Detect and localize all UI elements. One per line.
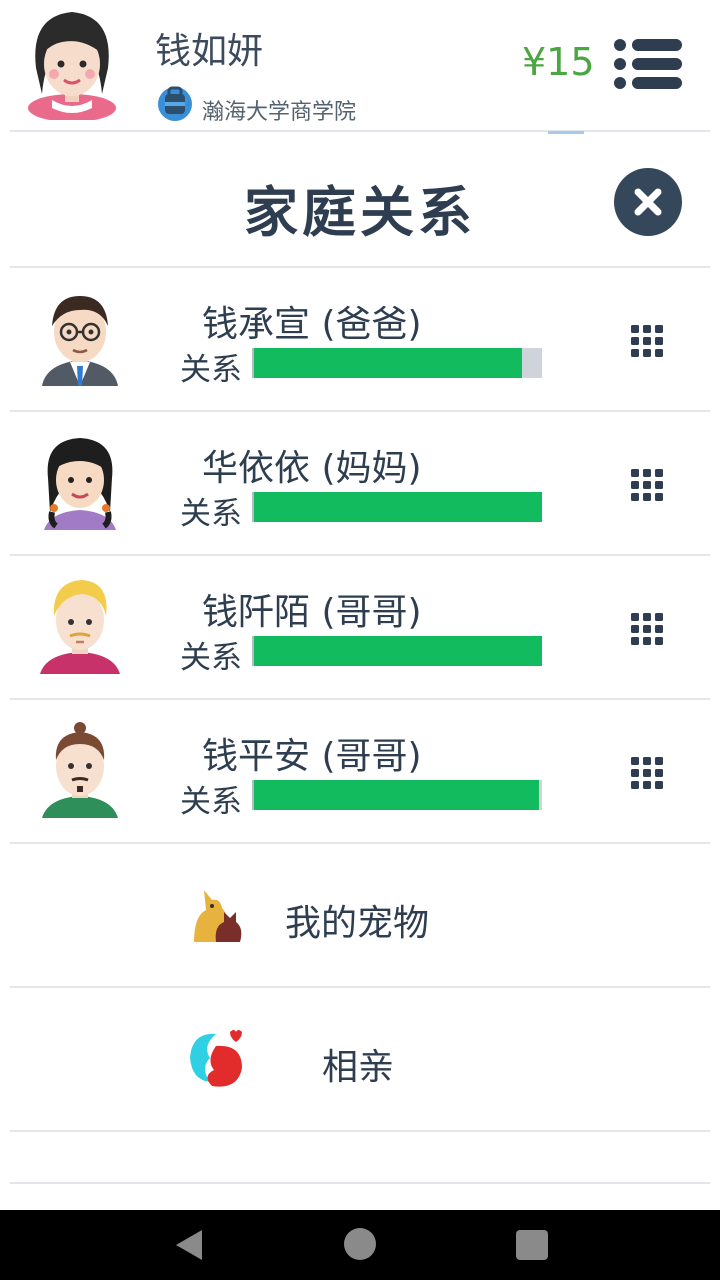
grid-menu-icon[interactable] xyxy=(630,612,664,646)
pet-icon xyxy=(190,886,246,946)
grid-menu-icon[interactable] xyxy=(630,324,664,358)
relation-label: 关系 xyxy=(180,784,242,820)
school-bag-icon xyxy=(157,82,193,122)
row-divider xyxy=(10,1182,710,1184)
user-avatar[interactable] xyxy=(22,8,122,122)
member-name: 钱平安 (哥哥) xyxy=(202,736,422,777)
relation-bar-fill xyxy=(254,780,540,810)
relation-bar xyxy=(252,348,542,378)
relation-bar xyxy=(252,780,542,810)
profile-header: 钱如妍 瀚海大学商学院 ¥15 xyxy=(0,0,720,132)
relation-bar xyxy=(252,636,542,666)
relation-bar xyxy=(252,492,542,522)
dating-menu-item[interactable]: 相亲 xyxy=(10,988,710,1130)
dating-icon xyxy=(186,1028,242,1088)
pets-menu-item[interactable]: 我的宠物 xyxy=(10,844,710,986)
relation-bar-fill xyxy=(254,492,542,522)
brother-avatar xyxy=(40,720,120,820)
relation-bar-fill xyxy=(254,636,542,666)
scroll-indicator xyxy=(548,131,584,134)
system-navigation-bar xyxy=(0,1210,720,1280)
back-icon[interactable] xyxy=(172,1228,206,1262)
close-button[interactable] xyxy=(614,168,682,236)
brother-avatar xyxy=(40,576,120,676)
grid-menu-icon[interactable] xyxy=(630,468,664,502)
family-row-brother-2[interactable]: 钱平安 (哥哥) 关系 xyxy=(10,700,710,844)
recents-icon[interactable] xyxy=(516,1230,548,1260)
father-avatar xyxy=(40,288,120,388)
page-title: 家庭关系 xyxy=(244,181,476,244)
family-row-father[interactable]: 钱承宣 (爸爸) 关系 xyxy=(10,268,710,412)
member-name: 华依依 (妈妈) xyxy=(202,448,422,489)
dating-label: 相亲 xyxy=(322,1047,395,1088)
family-row-mother[interactable]: 华依依 (妈妈) 关系 xyxy=(10,412,710,556)
home-icon[interactable] xyxy=(344,1228,376,1260)
relation-label: 关系 xyxy=(180,640,242,676)
money-balance: ¥15 xyxy=(522,40,595,84)
mother-avatar xyxy=(40,432,120,532)
pets-label: 我的宠物 xyxy=(285,903,430,944)
close-icon xyxy=(634,188,662,216)
relation-label: 关系 xyxy=(180,496,242,532)
relation-bar-fill xyxy=(254,348,522,378)
school-name: 瀚海大学商学院 xyxy=(202,100,357,125)
member-name: 钱阡陌 (哥哥) xyxy=(202,592,422,633)
header-divider xyxy=(10,130,710,132)
grid-menu-icon[interactable] xyxy=(630,756,664,790)
menu-list-icon[interactable] xyxy=(612,38,684,90)
member-name: 钱承宣 (爸爸) xyxy=(202,304,422,345)
row-divider xyxy=(10,1130,710,1132)
relation-label: 关系 xyxy=(180,352,242,388)
user-name: 钱如妍 xyxy=(155,31,264,72)
family-row-brother-1[interactable]: 钱阡陌 (哥哥) 关系 xyxy=(10,556,710,700)
